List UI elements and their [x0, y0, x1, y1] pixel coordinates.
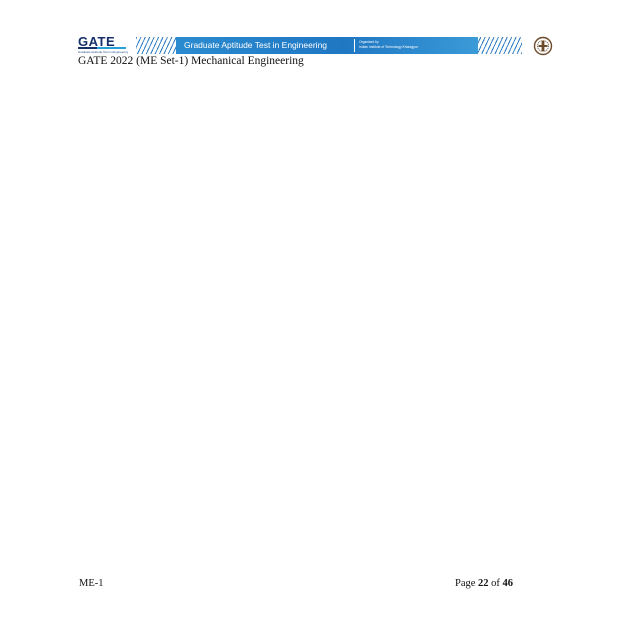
organizer-line-2: Indian Institute of Technology Kharagpur [359, 45, 418, 49]
organizer-text: Organised by Indian Institute of Technol… [359, 40, 418, 50]
page-title: GATE 2022 (ME Set-1) Mechanical Engineer… [78, 55, 304, 67]
paper-code: ME-1 [79, 578, 104, 589]
banner-divider [354, 39, 355, 52]
page-of: of [491, 578, 500, 589]
page-number: Page 22 of 46 [455, 578, 513, 590]
iit-kharagpur-emblem-icon [533, 36, 553, 56]
banner-title: Graduate Aptitude Test in Engineering [184, 40, 328, 50]
page-current: 22 [478, 578, 489, 589]
page-total: 46 [502, 578, 514, 589]
logo-underline [78, 47, 126, 49]
page-prefix: Page [455, 578, 476, 589]
